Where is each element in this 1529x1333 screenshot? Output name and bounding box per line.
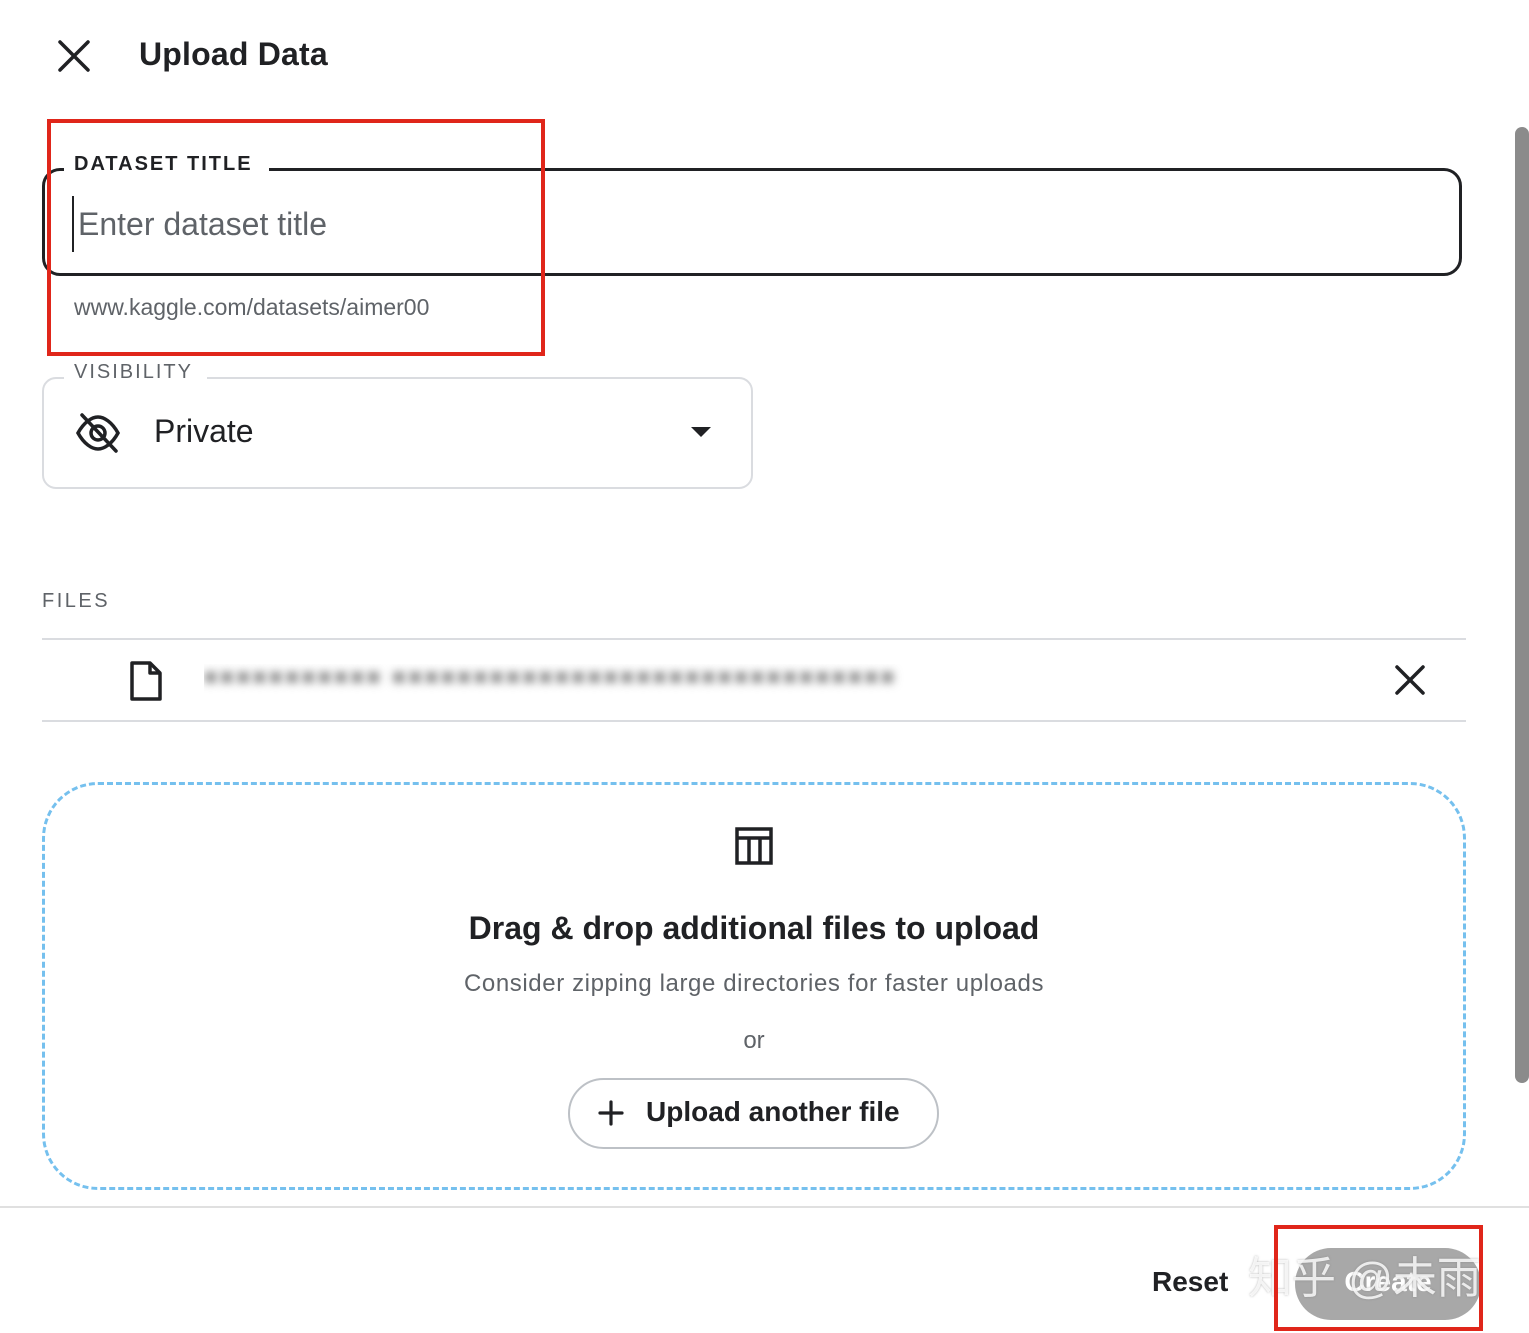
dropzone-title: Drag & drop additional files to upload xyxy=(468,910,1040,946)
visibility-value: Private xyxy=(154,413,254,449)
plus-icon xyxy=(598,1100,624,1126)
files-divider-bottom xyxy=(42,720,1466,722)
footer-divider xyxy=(0,1206,1529,1208)
eye-off-icon xyxy=(74,411,122,455)
file-icon xyxy=(128,660,164,702)
upload-another-file-label: Upload another file xyxy=(646,1096,900,1127)
dataset-title-label: DATASET TITLE xyxy=(64,153,269,176)
close-icon xyxy=(1395,665,1425,695)
dropzone-subtitle: Consider zipping large directories for f… xyxy=(463,970,1045,997)
close-button[interactable] xyxy=(52,34,96,78)
close-icon xyxy=(58,40,90,72)
remove-file-button[interactable] xyxy=(1390,660,1430,700)
page-title: Upload Data xyxy=(139,36,328,72)
reset-button[interactable]: Reset xyxy=(1140,1262,1240,1302)
visibility-select[interactable] xyxy=(42,377,753,489)
table-icon xyxy=(734,826,774,866)
scrollbar-thumb[interactable] xyxy=(1515,127,1529,1083)
dropzone-or: or xyxy=(743,1027,765,1054)
file-name: ■■■■■■■■■■■ ■■■■■■■■■■■■■■■■■■■■■■■■■■■■… xyxy=(204,664,898,689)
files-section-label: FILES xyxy=(42,590,111,612)
dataset-url-hint: www.kaggle.com/datasets/aimer00 xyxy=(74,294,430,320)
create-button-label: Create xyxy=(1344,1266,1432,1297)
visibility-label: VISIBILITY xyxy=(64,361,207,384)
caret-down-icon xyxy=(689,424,713,440)
dataset-title-input[interactable] xyxy=(72,196,1438,252)
